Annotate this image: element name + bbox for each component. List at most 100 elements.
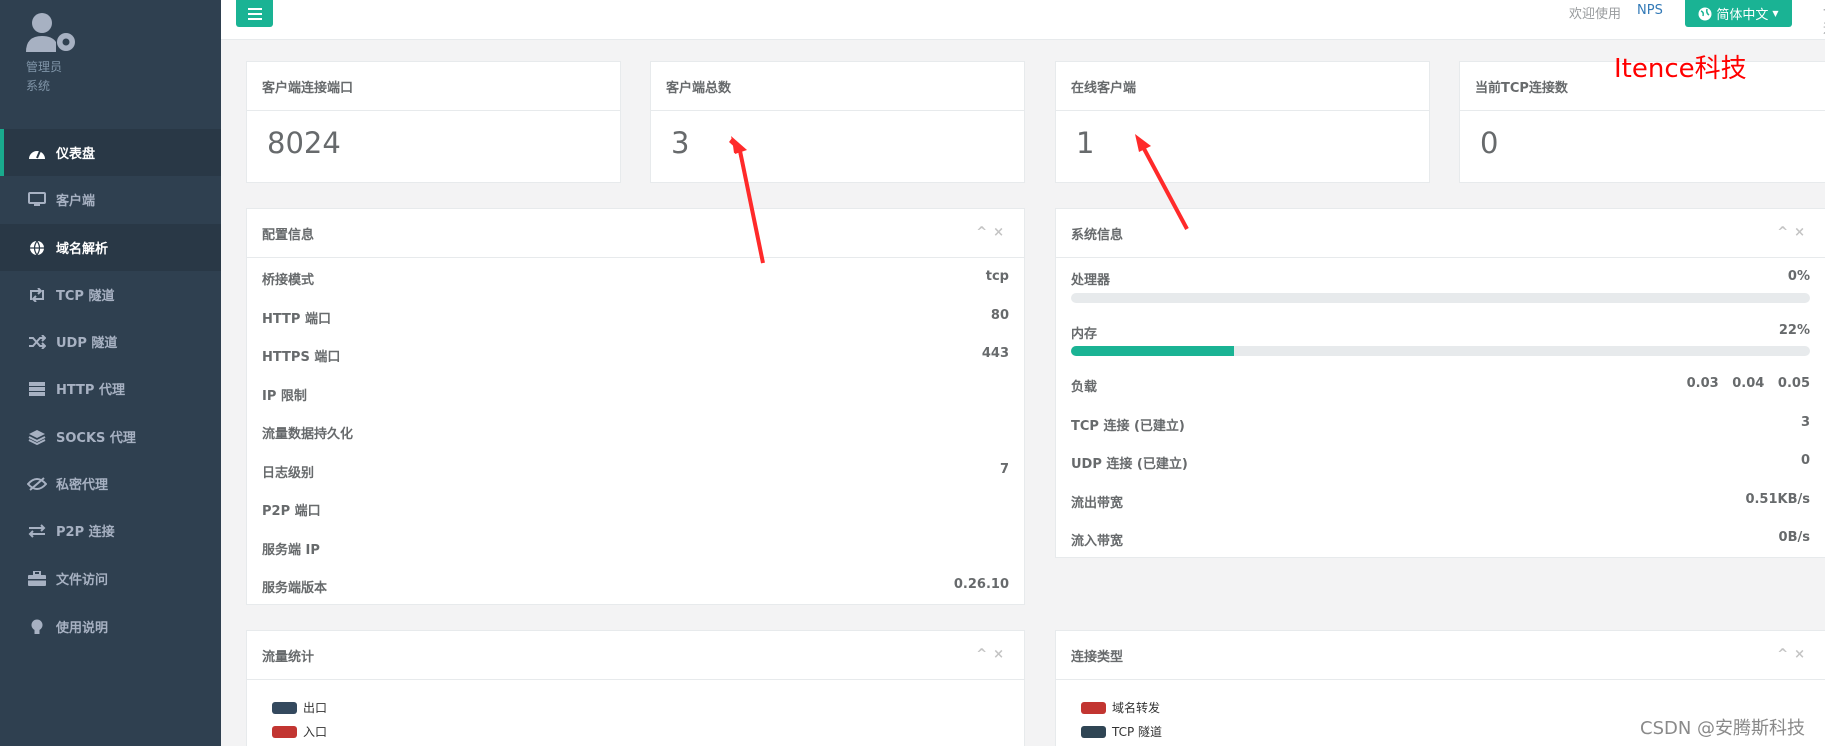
stat-value: 1 (1076, 126, 1095, 160)
language-dropdown[interactable]: 简体中文 ▼ (1685, 0, 1792, 27)
config-key: IP 限制 (262, 389, 307, 404)
system-key: TCP 连接 (已建立) (1071, 419, 1185, 434)
load-value: 0.03 0.04 0.05 (1686, 376, 1810, 391)
sidebar-item-dashboard[interactable]: 仪表盘 (0, 129, 221, 176)
memory-row: 内存 22% (1071, 323, 1810, 343)
config-key: HTTP 端口 (262, 312, 331, 327)
dashboard-icon (26, 145, 48, 161)
legend-swatch (1081, 701, 1106, 714)
user-gear-icon (26, 13, 75, 52)
lightbulb-icon (26, 619, 48, 635)
config-row: 日志级别 7 (262, 462, 1009, 482)
top-navbar: 欢迎使用 NPS 简体中文 ▼ ⇥ 退 (221, 0, 1825, 40)
menu-toggle-button[interactable] (236, 0, 273, 27)
system-row: 流入带宽 0B/s (1071, 530, 1810, 550)
memory-progress-bar (1071, 346, 1810, 356)
sidebar-item-label: 客户端 (56, 194, 96, 209)
welcome-text: 欢迎使用 (1569, 7, 1622, 22)
config-row: HTTP 端口 80 (262, 308, 1009, 328)
user-subtitle: 系统 (26, 79, 51, 93)
cpu-value: 0% (1787, 269, 1810, 284)
system-key: 流入带宽 (1071, 534, 1124, 549)
sidebar-item-help[interactable]: 使用说明 (0, 603, 221, 650)
cpu-progress-bar (1071, 293, 1810, 303)
system-row: TCP 连接 (已建立) 3 (1071, 415, 1810, 435)
config-value: 80 (990, 308, 1009, 323)
legend-item[interactable]: 域名转发 (1081, 699, 1160, 716)
globe-icon (26, 240, 48, 256)
collapse-icon[interactable]: ^ (976, 225, 993, 240)
config-row: P2P 端口 (262, 500, 1009, 520)
stat-value: 0 (1480, 126, 1499, 160)
nps-link[interactable]: NPS (1637, 3, 1663, 18)
collapse-icon[interactable]: ^ (1777, 647, 1794, 662)
sidebar-item-secret[interactable]: 私密代理 (0, 460, 221, 507)
memory-value: 22% (1778, 323, 1810, 338)
legend-item[interactable]: 出口 (272, 699, 327, 716)
close-icon[interactable]: × (993, 647, 1010, 662)
config-key: 桥接模式 (262, 273, 315, 288)
config-panel: 配置信息 ^× 桥接模式 tcp HTTP 端口 80 HTTPS 端口 443 IP… (246, 208, 1025, 605)
config-row: 服务端版本 0.26.10 (262, 577, 1009, 597)
legend-swatch (272, 701, 297, 714)
sidebar-item-clients[interactable]: 客户端 (0, 176, 221, 223)
sidebar-item-udp[interactable]: UDP 隧道 (0, 318, 221, 365)
close-icon[interactable]: × (1794, 647, 1811, 662)
exchange-icon (26, 523, 48, 539)
sidebar-item-http[interactable]: HTTP 代理 (0, 365, 221, 412)
config-value: 443 (981, 346, 1009, 361)
system-value: 0.51KB/s (1745, 492, 1810, 507)
legend-item[interactable]: TCP 隧道 (1081, 723, 1162, 740)
panel-tools: ^× (1777, 647, 1811, 662)
stat-panel-total-clients: 客户端总数 3 (650, 61, 1025, 183)
config-value: 7 (999, 462, 1009, 477)
traffic-panel: 流量统计 ^× 出口 入口 (246, 630, 1025, 746)
stat-value: 3 (671, 126, 690, 160)
server-icon (26, 381, 48, 397)
legend-swatch (272, 725, 297, 738)
legend-item[interactable]: 入口 (272, 723, 327, 740)
collapse-icon[interactable]: ^ (1777, 225, 1794, 240)
config-key: 流量数据持久化 (262, 427, 354, 442)
eye-slash-icon (26, 476, 48, 492)
sidebar-item-p2p[interactable]: P2P 连接 (0, 507, 221, 554)
retweet-icon (26, 287, 48, 303)
stat-panel-port: 客户端连接端口 8024 (246, 61, 621, 183)
config-key: P2P 端口 (262, 504, 321, 519)
panel-title: 配置信息 (262, 227, 315, 243)
sidebar-item-label: UDP 隧道 (56, 336, 118, 351)
config-row: HTTPS 端口 443 (262, 346, 1009, 366)
sidebar: 管理员 系统 仪表盘 客户端 域名解析 TCP 隧道 UDP 隧道 HTTP 代… (0, 0, 221, 746)
sidebar-item-label: P2P 连接 (56, 525, 115, 540)
sidebar-item-label: 域名解析 (56, 242, 109, 257)
legend-label: 出口 (303, 701, 328, 715)
sidebar-item-socks[interactable]: SOCKS 代理 (0, 413, 221, 460)
panel-title: 在线客户端 (1056, 62, 1429, 111)
user-role: 管理员 (26, 60, 63, 74)
sidebar-item-domain[interactable]: 域名解析 (0, 224, 221, 271)
sidebar-item-label: 使用说明 (56, 621, 109, 636)
system-key: UDP 连接 (已建立) (1071, 457, 1188, 472)
close-icon[interactable]: × (993, 225, 1010, 240)
caret-down-icon: ▼ (1772, 9, 1779, 18)
stat-value: 8024 (267, 126, 341, 160)
watermark: CSDN @安腾斯科技 (1640, 718, 1806, 739)
config-key: 服务端 IP (262, 543, 320, 558)
close-icon[interactable]: × (1794, 225, 1811, 240)
config-value: 0.26.10 (953, 577, 1009, 592)
config-row: 服务端 IP (262, 539, 1009, 559)
collapse-icon[interactable]: ^ (976, 647, 993, 662)
sidebar-item-tcp[interactable]: TCP 隧道 (0, 271, 221, 318)
sidebar-item-label: TCP 隧道 (56, 289, 115, 304)
system-value: 0B/s (1778, 530, 1810, 545)
memory-label: 内存 (1071, 327, 1098, 342)
sidebar-item-files[interactable]: 文件访问 (0, 555, 221, 602)
layers-icon (26, 429, 48, 445)
legend-label: 域名转发 (1112, 701, 1161, 715)
panel-tools: ^× (1777, 225, 1811, 240)
globe-icon (1698, 7, 1712, 20)
panel-title: 系统信息 (1071, 227, 1124, 243)
system-value: 0 (1800, 453, 1810, 468)
hamburger-icon (247, 7, 262, 20)
cpu-label: 处理器 (1071, 273, 1111, 288)
